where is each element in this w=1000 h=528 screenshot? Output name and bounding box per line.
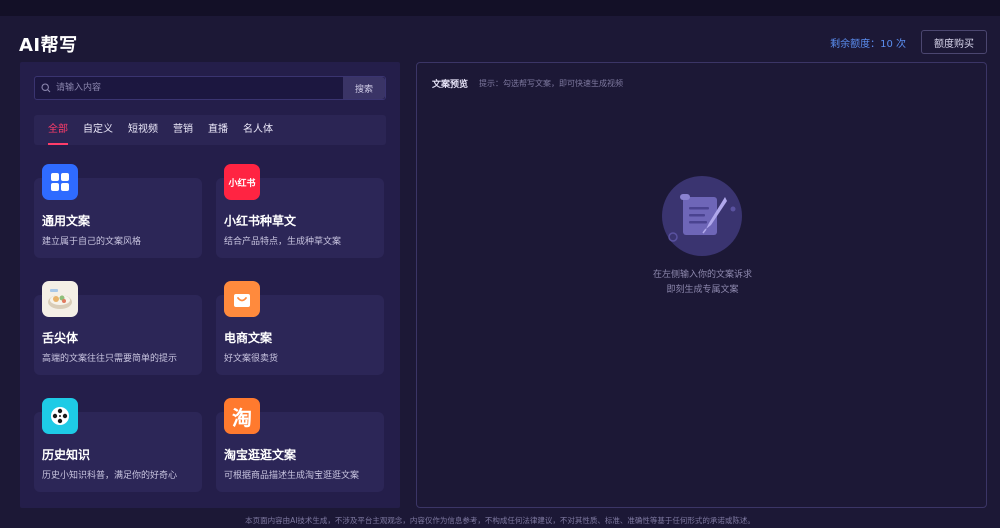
quota-display: 剩余额度：10 次 xyxy=(830,39,906,50)
tab-celebrity[interactable]: 名人体 xyxy=(243,115,273,145)
tab-live[interactable]: 直播 xyxy=(208,115,228,145)
empty-message-line2: 即刻生成专属文案 xyxy=(666,285,739,295)
search-input[interactable] xyxy=(51,77,343,99)
card-title: 小红书种草文 xyxy=(224,214,297,228)
preview-label: 文案预览 xyxy=(432,80,469,90)
buy-quota-button[interactable]: 额度购买 xyxy=(921,30,987,54)
search-button[interactable]: 搜索 xyxy=(343,77,385,99)
card-desc: 历史小知识科普，满足你的好奇心 xyxy=(42,471,178,481)
shopping-bag-icon xyxy=(224,281,260,317)
card-desc: 好文案很卖货 xyxy=(224,354,279,364)
search-icon xyxy=(41,83,51,93)
page-title: AI帮写 xyxy=(19,35,78,56)
card-desc: 建立属于自己的文案风格 xyxy=(42,237,142,247)
taobao-icon-text: 淘 xyxy=(232,405,252,430)
tab-marketing[interactable]: 营销 xyxy=(173,115,193,145)
scroll-quill-icon xyxy=(662,176,742,256)
xiaohongshu-icon-text: 小红书 xyxy=(228,178,256,189)
card-title: 电商文案 xyxy=(224,331,273,345)
card-desc: 可根据商品描述生成淘宝逛逛文案 xyxy=(224,471,360,481)
card-title: 舌尖体 xyxy=(42,331,79,345)
grid-icon xyxy=(42,164,78,200)
quota-label: 剩余额度 xyxy=(830,39,871,50)
top-bar xyxy=(0,0,1000,16)
tab-short-video[interactable]: 短视频 xyxy=(128,115,158,145)
template-card-general[interactable]: 通用文案 建立属于自己的文案风格 xyxy=(34,164,202,258)
card-title: 历史知识 xyxy=(42,448,91,462)
card-title: 淘宝逛逛文案 xyxy=(224,448,297,462)
template-panel: 搜索 全部 自定义 短视频 营销 直播 名人体 通用文案 建立属于自己的文案风格… xyxy=(20,62,400,508)
food-icon xyxy=(42,281,78,317)
template-card-ecommerce[interactable]: 电商文案 好文案很卖货 xyxy=(216,281,384,375)
card-desc: 高端的文案往往只需要简单的提示 xyxy=(42,354,178,364)
film-reel-icon xyxy=(42,398,78,434)
template-card-taobao[interactable]: 淘 淘宝逛逛文案 可根据商品描述生成淘宝逛逛文案 xyxy=(216,398,384,492)
card-title: 通用文案 xyxy=(42,214,91,228)
category-tabs: 全部 自定义 短视频 营销 直播 名人体 xyxy=(34,115,386,145)
template-card-shejian[interactable]: 舌尖体 高端的文案往往只需要简单的提示 xyxy=(34,281,202,375)
quota-value: 10 次 xyxy=(880,39,906,50)
tab-all[interactable]: 全部 xyxy=(48,115,68,145)
disclaimer-footer: 本页面内容由AI技术生成，不涉及平台主观观念，内容仅作为信息参考，不构成任何法律… xyxy=(245,516,755,525)
taobao-icon: 淘 xyxy=(224,398,260,434)
card-desc: 结合产品特点，生成种草文案 xyxy=(224,237,342,247)
tab-custom[interactable]: 自定义 xyxy=(83,115,113,145)
template-card-xiaohongshu[interactable]: 小红书 小红书种草文 结合产品特点，生成种草文案 xyxy=(216,164,384,258)
empty-message-line1: 在左侧输入你的文案诉求 xyxy=(652,270,752,280)
xiaohongshu-icon: 小红书 xyxy=(224,164,260,200)
preview-hint: 提示：勾选帮写文案，即可快速生成视频 xyxy=(479,79,623,88)
search-bar: 搜索 xyxy=(34,76,386,100)
preview-panel: 文案预览 提示：勾选帮写文案，即可快速生成视频 在左侧输入你的文案诉求 即刻生成… xyxy=(416,62,987,508)
template-card-history[interactable]: 历史知识 历史小知识科普，满足你的好奇心 xyxy=(34,398,202,492)
